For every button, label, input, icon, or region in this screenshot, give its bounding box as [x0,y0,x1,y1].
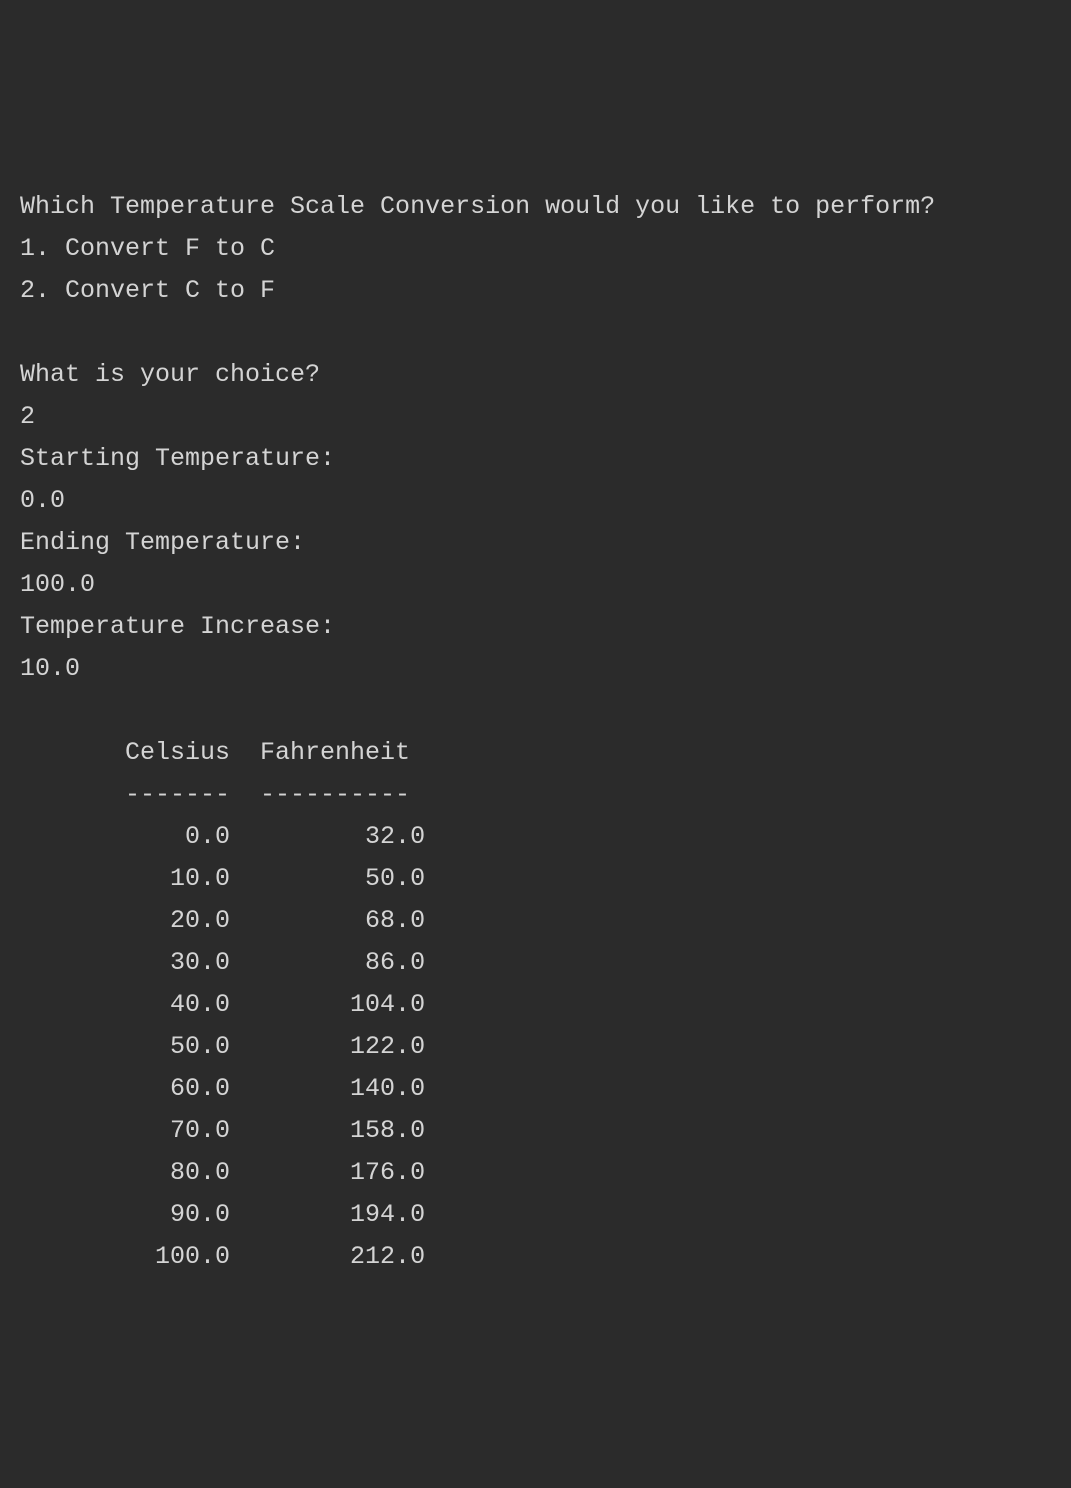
table-row: 30.0 86.0 [20,942,1051,984]
table-row: 40.0 104.0 [20,984,1051,1026]
choice-input[interactable]: 2 [20,396,1051,438]
table-row: 0.0 32.0 [20,816,1051,858]
start-temp-prompt: Starting Temperature: [20,438,1051,480]
blank-line-1 [20,312,1051,354]
increase-input[interactable]: 10.0 [20,648,1051,690]
conversion-question: Which Temperature Scale Conversion would… [20,186,1051,228]
blank-line-2 [20,690,1051,732]
table-row: 100.0 212.0 [20,1236,1051,1278]
table-header: Celsius Fahrenheit [20,732,1051,774]
option-2: 2. Convert C to F [20,270,1051,312]
option-1: 1. Convert F to C [20,228,1051,270]
choice-prompt: What is your choice? [20,354,1051,396]
table-row: 50.0 122.0 [20,1026,1051,1068]
start-temp-input[interactable]: 0.0 [20,480,1051,522]
increase-prompt: Temperature Increase: [20,606,1051,648]
table-row: 10.0 50.0 [20,858,1051,900]
table-row: 90.0 194.0 [20,1194,1051,1236]
table-row: 60.0 140.0 [20,1068,1051,1110]
table-divider: ------- ---------- [20,774,1051,816]
end-temp-prompt: Ending Temperature: [20,522,1051,564]
table-row: 80.0 176.0 [20,1152,1051,1194]
table-row: 20.0 68.0 [20,900,1051,942]
end-temp-input[interactable]: 100.0 [20,564,1051,606]
table-row: 70.0 158.0 [20,1110,1051,1152]
